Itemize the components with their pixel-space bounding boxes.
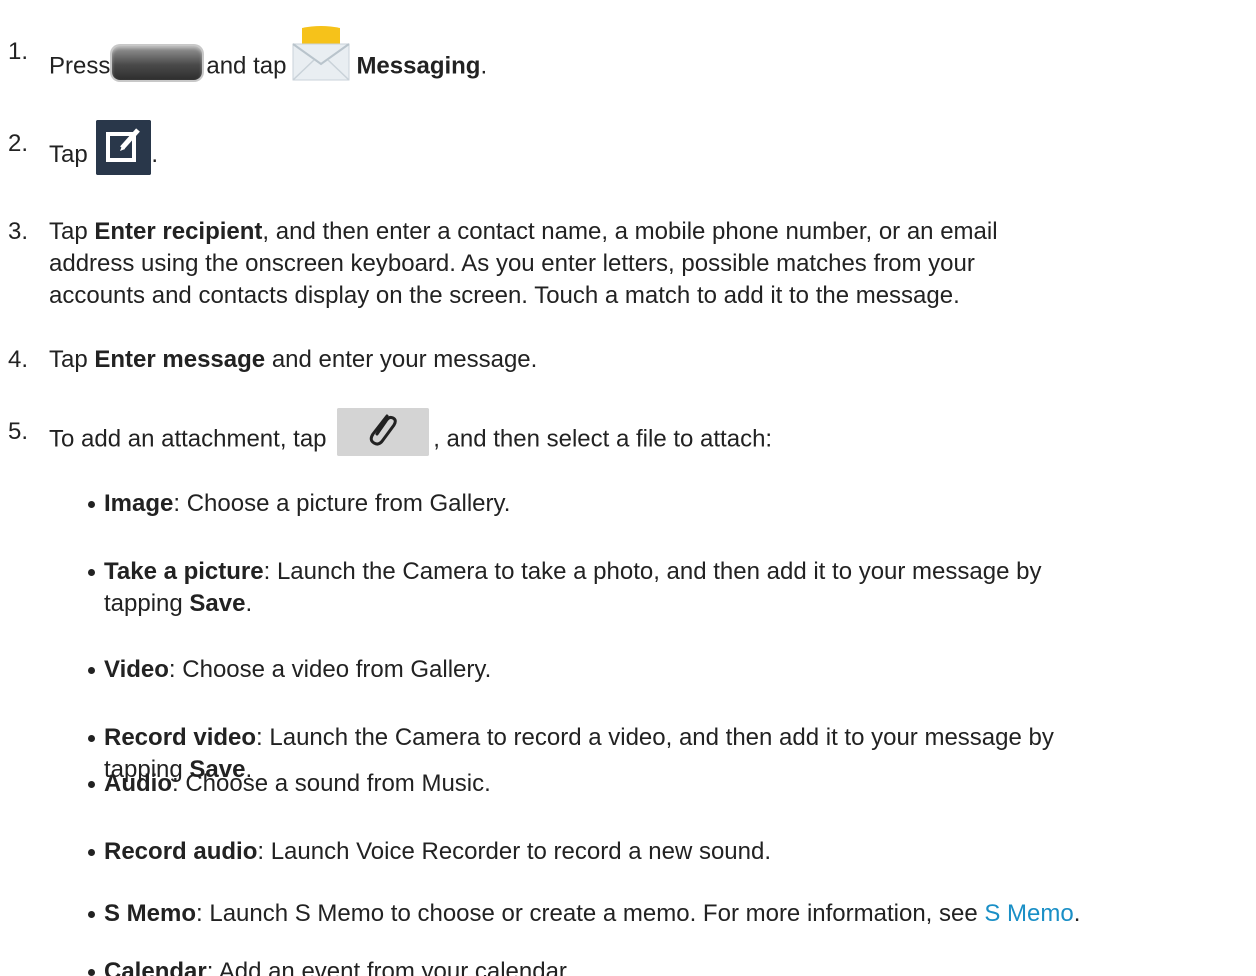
option-name: Record audio (104, 838, 258, 865)
option-text: Calendar: Add an event from your calenda… (104, 956, 1246, 976)
home-button-icon (112, 46, 203, 80)
bullet-dot (88, 911, 95, 918)
step-line: address using the onscreen keyboard. As … (49, 250, 975, 277)
step-word: and tap (206, 52, 287, 80)
option-description: : Choose a sound from Music. (171, 770, 491, 797)
option-name: Take a picture (104, 558, 264, 585)
period: . (245, 590, 253, 617)
option-description: tapping (104, 590, 183, 617)
step-text: To add an attachment, tap , and then sel… (49, 408, 1246, 464)
step-text: Press and tap Messaging. (49, 26, 1246, 98)
step-text: Tap Enter recipient, and then enter a co… (49, 216, 1246, 312)
option-text: S Memo: Launch S Memo to choose or creat… (104, 898, 1246, 930)
period: . (151, 140, 159, 168)
option-description: : Add an event from your calendar. (206, 958, 573, 976)
bullet-dot (88, 781, 95, 788)
option-name: Record video (104, 724, 257, 751)
bullet-dot (88, 849, 95, 856)
step-line: and enter your message. (271, 346, 538, 373)
step-text: Tap Enter message and enter your message… (49, 344, 1246, 376)
option-name: Calendar (104, 958, 207, 976)
option-description: : Launch S Memo to choose or create a me… (196, 900, 978, 927)
app-name: Messaging (356, 52, 481, 80)
option-text: Take a picture: Launch the Camera to tak… (104, 556, 1246, 620)
bullet-dot (88, 569, 95, 576)
action-name: Save (189, 590, 246, 617)
step-word: Tap (49, 218, 88, 245)
step-number: 1. (8, 38, 29, 65)
step-line: , and then enter a contact name, a mobil… (262, 218, 998, 245)
period: . (1073, 900, 1081, 927)
step-word: Tap (49, 346, 88, 373)
option-name: Video (104, 656, 169, 683)
option-name: Image (104, 490, 174, 517)
step-line: , and then select a file to attach: (433, 425, 773, 453)
period: . (480, 52, 488, 80)
option-description: : Launch Voice Recorder to record a new … (257, 838, 772, 865)
bullet-dot (88, 667, 95, 674)
option-text: Video: Choose a video from Gallery. (104, 654, 1246, 686)
compose-icon (96, 120, 152, 175)
option-description: : Choose a picture from Gallery. (173, 490, 511, 517)
step-word: Press (49, 52, 111, 80)
bullet-dot (88, 969, 95, 976)
step-line: accounts and contacts display on the scr… (49, 282, 960, 309)
option-name: S Memo (104, 900, 197, 927)
option-text: Image: Choose a picture from Gallery. (104, 488, 1246, 520)
field-name: Enter message (94, 346, 266, 373)
field-name: Enter recipient (94, 218, 263, 245)
option-name: Audio (104, 770, 172, 797)
step-line: To add an attachment, tap (49, 425, 327, 453)
s-memo-link[interactable]: S Memo (984, 900, 1073, 927)
bullet-dot (88, 501, 95, 508)
option-text: Audio: Choose a sound from Music. (104, 768, 1246, 800)
messaging-envelope-icon (292, 26, 351, 81)
option-description: : Launch the Camera to record a video, a… (256, 724, 1054, 751)
step-word: Tap (49, 140, 88, 168)
step-number: 2. (8, 130, 29, 157)
step-text: Tap . (49, 120, 1246, 183)
paperclip-icon (337, 408, 430, 456)
bullet-dot (88, 735, 95, 742)
option-description: : Launch the Camera to take a photo, and… (263, 558, 1042, 585)
step-number: 3. (8, 218, 29, 245)
option-text: Record audio: Launch Voice Recorder to r… (104, 836, 1246, 868)
instructions-page: 1. Press and tap Messaging. 2. Tap . 3. Ta… (0, 0, 1256, 976)
option-description: : Choose a video from Gallery. (168, 656, 492, 683)
step-number: 4. (8, 346, 29, 373)
step-number: 5. (8, 418, 29, 445)
